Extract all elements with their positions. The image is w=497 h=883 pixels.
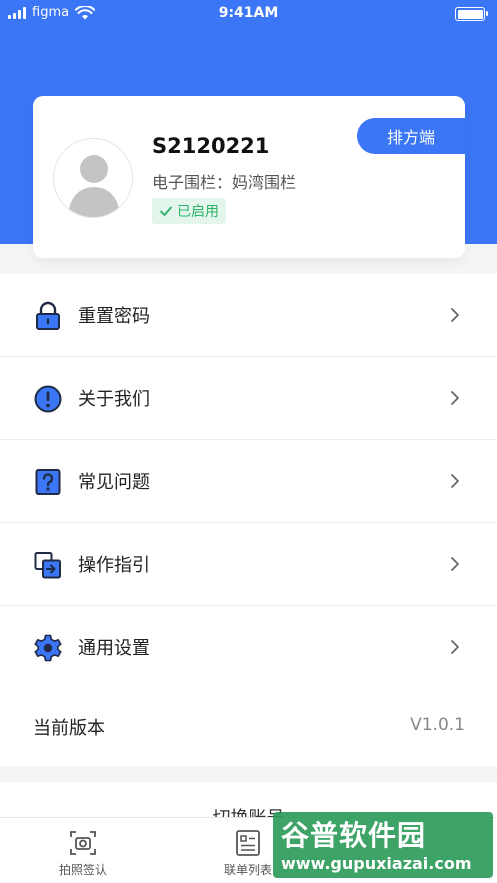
status-badge: 已启用 bbox=[152, 198, 226, 224]
guide-icon bbox=[34, 552, 61, 579]
switch-role-button[interactable]: 排方端 bbox=[357, 118, 465, 154]
check-icon bbox=[160, 206, 172, 216]
watermark-url: www.gupuxiazai.com bbox=[281, 854, 472, 873]
gear-icon bbox=[34, 634, 62, 662]
avatar[interactable] bbox=[53, 138, 133, 218]
menu-item-operation-guide[interactable]: 操作指引 bbox=[0, 523, 497, 606]
status-bar: figma 9:41AM bbox=[0, 0, 497, 28]
status-time: 9:41AM bbox=[218, 5, 279, 21]
watermark-title: 谷普软件园 bbox=[281, 819, 427, 852]
chevron-right-icon bbox=[451, 391, 459, 405]
watermark-logo: 谷普软件园 www.gupuxiazai.com bbox=[273, 812, 493, 878]
chevron-right-icon bbox=[451, 474, 459, 488]
menu-item-faq[interactable]: 常见问题 bbox=[0, 440, 497, 523]
menu-label-about-us: 关于我们 bbox=[78, 389, 150, 410]
list-icon bbox=[236, 830, 260, 856]
chevron-right-icon bbox=[451, 308, 459, 322]
chevron-right-icon bbox=[451, 557, 459, 571]
user-silhouette-icon bbox=[68, 155, 120, 217]
user-id: S2120221 bbox=[152, 134, 270, 158]
chevron-right-icon bbox=[451, 640, 459, 654]
menu-label-operation-guide: 操作指引 bbox=[78, 555, 150, 576]
tab-photo-sign[interactable]: 拍照签认 bbox=[33, 828, 133, 878]
status-text: 已启用 bbox=[177, 204, 219, 220]
battery-icon bbox=[455, 7, 488, 21]
version-value: V1.0.1 bbox=[410, 715, 465, 735]
menu-label-reset-password: 重置密码 bbox=[78, 306, 150, 327]
fence-value: 妈湾围栏 bbox=[232, 173, 297, 192]
menu-item-about-us[interactable]: 关于我们 bbox=[0, 357, 497, 440]
menu-label-faq: 常见问题 bbox=[78, 472, 150, 493]
tab-label-photo-sign: 拍照签认 bbox=[58, 863, 107, 877]
menu-item-general-settings[interactable]: 通用设置 bbox=[0, 606, 497, 689]
settings-menu: 重置密码 关于我们 常见问题 操作指引 通用设置 bbox=[0, 274, 497, 689]
info-icon bbox=[34, 385, 62, 413]
fence-info: 电子围栏：妈湾围栏 bbox=[152, 169, 296, 193]
version-row: 当前版本 V1.0.1 bbox=[0, 686, 497, 766]
lock-icon bbox=[36, 301, 60, 330]
version-label: 当前版本 bbox=[33, 718, 105, 739]
profile-card: S2120221 电子围栏：妈湾围栏 已启用 排方端 bbox=[33, 96, 465, 258]
camera-scan-icon bbox=[70, 831, 96, 855]
menu-label-general-settings: 通用设置 bbox=[78, 638, 150, 659]
fence-label: 电子围栏： bbox=[152, 173, 233, 192]
menu-item-reset-password[interactable]: 重置密码 bbox=[0, 274, 497, 357]
question-icon bbox=[35, 469, 61, 495]
